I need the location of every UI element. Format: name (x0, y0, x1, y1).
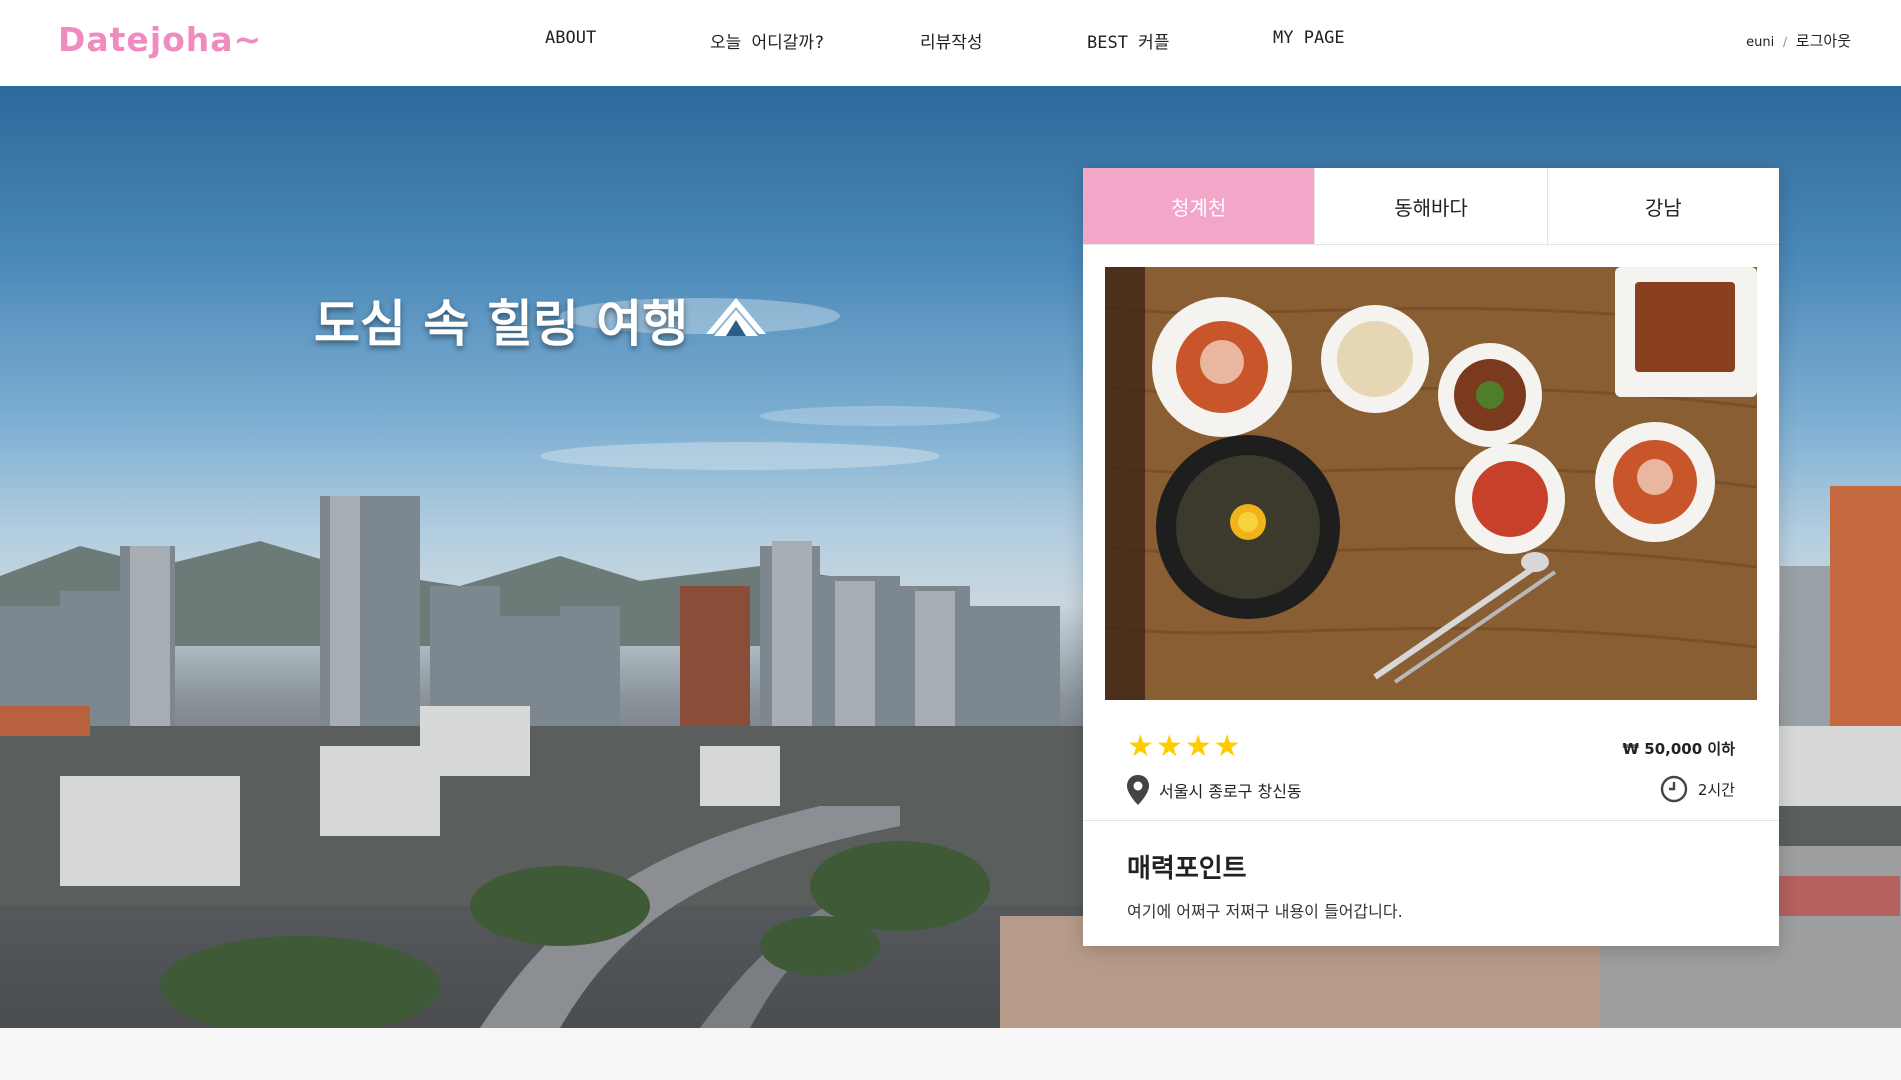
charm-point-title: 매력포인트 (1127, 854, 1247, 884)
nav-about[interactable]: ABOUT (545, 28, 596, 48)
charm-point-text: 여기에 어쩌구 저쩌구 내용이 들어갑니다. (1127, 902, 1403, 921)
site-logo[interactable]: Datejoha~ (58, 20, 262, 59)
account-area: euni / 로그아웃 (1746, 30, 1851, 51)
nav-best-couple[interactable]: BEST 커플 (1087, 28, 1169, 53)
logout-link[interactable]: 로그아웃 (1796, 32, 1851, 50)
nav-my-page[interactable]: MY PAGE (1273, 28, 1345, 48)
price-label: ₩ 50,000 이하 (1622, 740, 1735, 758)
tent-icon (706, 298, 766, 336)
destination-card: 청계천 동해바다 강남 ★★★★ ₩ 50,000 이하 서울시 종로구 창신동… (1083, 168, 1779, 946)
page-bottom-strip (0, 1028, 1901, 1080)
location-row: 서울시 종로구 창신동 (1127, 775, 1302, 805)
username: euni (1746, 35, 1775, 50)
nav-write-review[interactable]: 리뷰작성 (920, 28, 983, 53)
location-text: 서울시 종로구 창신동 (1159, 782, 1302, 801)
top-navigation-bar: Datejoha~ ABOUT 오늘 어디갈까? 리뷰작성 BEST 커플 MY… (0, 0, 1901, 86)
destination-tabs: 청계천 동해바다 강남 (1083, 168, 1779, 245)
nav-where-to-go[interactable]: 오늘 어디갈까? (710, 28, 824, 53)
korean-food-photo (1105, 267, 1757, 700)
clock-icon (1660, 775, 1688, 803)
location-pin-icon (1127, 775, 1149, 805)
card-divider (1083, 820, 1779, 821)
hero-headline: 도심 속 힐링 여행 (314, 294, 689, 353)
tab-donghae-sea[interactable]: 동해바다 (1314, 168, 1546, 244)
tab-gangnam[interactable]: 강남 (1546, 168, 1779, 244)
duration-row: 2시간 (1660, 775, 1735, 803)
rating-stars: ★★★★ (1127, 729, 1243, 764)
tab-cheonggyecheon[interactable]: 청계천 (1083, 168, 1315, 244)
account-separator: / (1782, 35, 1788, 49)
duration-text: 2시간 (1697, 780, 1735, 799)
